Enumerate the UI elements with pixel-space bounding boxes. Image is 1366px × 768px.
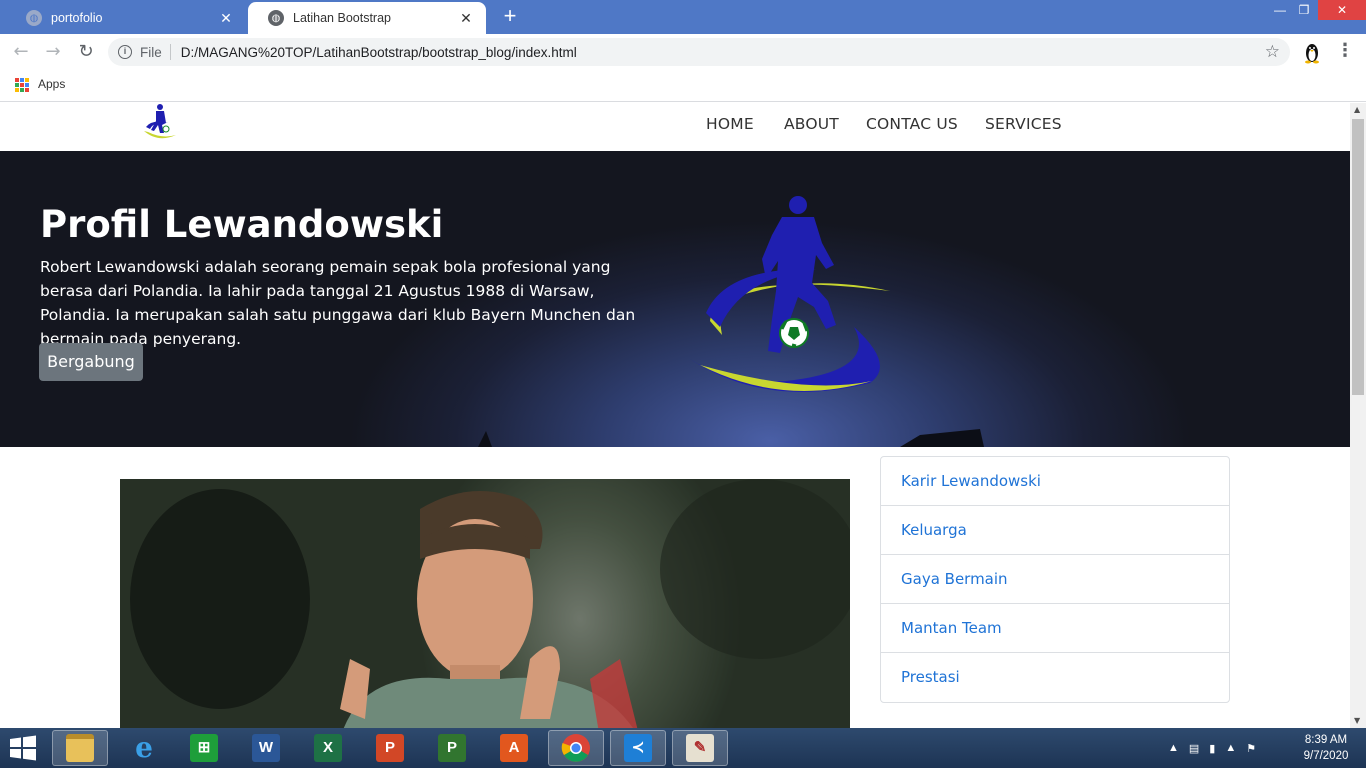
file-explorer-icon[interactable] [52, 730, 108, 766]
sidebar-item-gaya-bermain[interactable]: Gaya Bermain [881, 555, 1229, 604]
url-text[interactable]: D:/MAGANG%20TOP/LatihanBootstrap/bootstr… [181, 45, 577, 60]
sidebar-item-keluarga[interactable]: Keluarga [881, 506, 1229, 555]
nav-contact[interactable]: CONTAC US [866, 115, 958, 133]
browser-toolbar: ← → ↻ i File D:/MAGANG%20TOP/LatihanBoot… [0, 34, 1366, 70]
tab-close-icon[interactable]: ✕ [218, 10, 234, 27]
address-divider [169, 44, 171, 60]
globe-icon: ◍ [268, 10, 284, 26]
system-tray: ▲ ▤ ▮ ▲ ⚑ [1168, 736, 1256, 760]
football-player-logo-icon [686, 195, 896, 403]
scrollbar-thumb[interactable] [1352, 119, 1364, 395]
forward-arrow-icon[interactable]: → [42, 41, 64, 63]
excel-icon[interactable]: X [300, 730, 356, 766]
nav-home[interactable]: HOME [706, 115, 754, 133]
clock-date: 9/7/2020 [1303, 750, 1349, 762]
globe-icon: ◍ [26, 10, 42, 26]
window-close-button[interactable]: ✕ [1318, 0, 1366, 20]
flag-icon[interactable]: ⚑ [1246, 742, 1256, 755]
hero-jumbotron: Profil Lewandowski Robert Lewandowski ad… [0, 151, 1350, 447]
paint-icon[interactable]: ✎ [672, 730, 728, 766]
info-icon[interactable]: i [118, 45, 132, 59]
show-hidden-icons-icon[interactable]: ▲ [1168, 742, 1179, 754]
acrobat-icon[interactable]: A [486, 730, 542, 766]
word-icon[interactable]: W [238, 730, 294, 766]
back-arrow-icon[interactable]: ← [10, 41, 32, 63]
scroll-up-icon[interactable]: ▲ [1354, 105, 1360, 114]
sidebar-item-karir[interactable]: Karir Lewandowski [881, 457, 1229, 506]
signal-icon[interactable]: ▮ [1209, 742, 1215, 755]
chrome-icon[interactable] [548, 730, 604, 766]
address-bar[interactable]: i File D:/MAGANG%20TOP/LatihanBootstrap/… [108, 38, 1290, 66]
player-photo [120, 479, 850, 728]
taskbar-clock[interactable]: 8:39 AM 9/7/2020 [1296, 732, 1356, 764]
bookmarks-bar: Apps [0, 70, 1366, 102]
scheme-label: File [140, 44, 162, 60]
bookmark-star-icon[interactable]: ☆ [1265, 42, 1280, 62]
maximize-button[interactable]: ❐ [1290, 0, 1318, 20]
windows-taskbar: e ⊞ W X P P A ≺ ✎ ▲ ▤ ▮ ▲ ⚑ 8:39 AM 9/7/… [0, 728, 1366, 768]
vscode-icon[interactable]: ≺ [610, 730, 666, 766]
apps-shortcut[interactable]: Apps [38, 77, 65, 91]
tab-latihan-bootstrap[interactable]: ◍ Latihan Bootstrap ✕ [248, 2, 486, 34]
page-scrollbar[interactable]: ▲ ▼ [1350, 103, 1366, 728]
scroll-down-icon[interactable]: ▼ [1354, 716, 1360, 725]
apps-grid-icon[interactable] [15, 78, 29, 92]
hero-title: Profil Lewandowski [40, 203, 444, 246]
tab-portofolio[interactable]: ◍ portofolio ✕ [6, 2, 246, 34]
reload-icon[interactable]: ↻ [75, 41, 97, 63]
project-icon[interactable]: P [424, 730, 480, 766]
site-logo-icon[interactable] [138, 103, 180, 145]
hero-description: Robert Lewandowski adalah seorang pemain… [40, 258, 636, 348]
nav-services[interactable]: SERVICES [985, 115, 1062, 133]
browser-tab-strip: ◍ portofolio ✕ ◍ Latihan Bootstrap ✕ + —… [0, 0, 1366, 34]
new-tab-button[interactable]: + [498, 5, 522, 29]
profile-avatar-icon[interactable] [1300, 40, 1324, 64]
store-icon[interactable]: ⊞ [176, 730, 232, 766]
page-viewport: HOME ABOUT CONTAC US SERVICES Profil Lew… [0, 103, 1350, 728]
tab-title: portofolio [51, 11, 103, 25]
site-navbar: HOME ABOUT CONTAC US SERVICES [0, 103, 1350, 151]
acrobat-tray-icon[interactable]: ▲ [1225, 742, 1236, 754]
nav-about[interactable]: ABOUT [784, 115, 839, 133]
sidebar-item-mantan-team[interactable]: Mantan Team [881, 604, 1229, 653]
tab-close-icon[interactable]: ✕ [458, 10, 474, 27]
sidebar-item-prestasi[interactable]: Prestasi [881, 653, 1229, 702]
clock-time: 8:39 AM [1304, 734, 1348, 746]
more-menu-icon[interactable]: ⋮ [1336, 40, 1354, 64]
internet-explorer-icon[interactable]: e [116, 730, 172, 766]
network-adapter-icon[interactable]: ▤ [1189, 742, 1199, 755]
powerpoint-icon[interactable]: P [362, 730, 418, 766]
sidebar-list: Karir Lewandowski Keluarga Gaya Bermain … [880, 456, 1230, 703]
windows-start-icon[interactable] [8, 735, 38, 761]
tab-title: Latihan Bootstrap [293, 11, 391, 25]
join-button[interactable]: Bergabung [39, 343, 143, 381]
